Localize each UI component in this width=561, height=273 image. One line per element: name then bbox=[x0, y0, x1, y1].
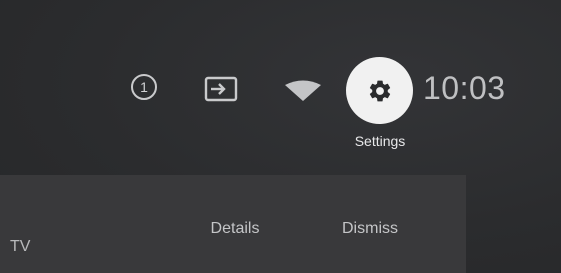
settings-button[interactable] bbox=[346, 57, 413, 124]
dismiss-button[interactable]: Dismiss bbox=[325, 220, 415, 238]
gear-icon bbox=[369, 80, 390, 101]
notification-count-icon[interactable]: 1 bbox=[131, 74, 157, 100]
details-button[interactable]: Details bbox=[190, 220, 280, 238]
notification-text: TV bbox=[10, 238, 31, 255]
settings-label: Settings bbox=[354, 133, 406, 149]
wifi-icon[interactable] bbox=[283, 80, 323, 102]
notification-card: TV Details Dismiss bbox=[0, 175, 466, 273]
status-bar: 1 Settings 10:03 bbox=[0, 0, 561, 170]
input-source-icon[interactable] bbox=[203, 75, 241, 103]
tv-home-screen: 1 Settings 10:03 TV Details Dismiss bbox=[0, 0, 561, 273]
clock: 10:03 bbox=[423, 70, 506, 106]
